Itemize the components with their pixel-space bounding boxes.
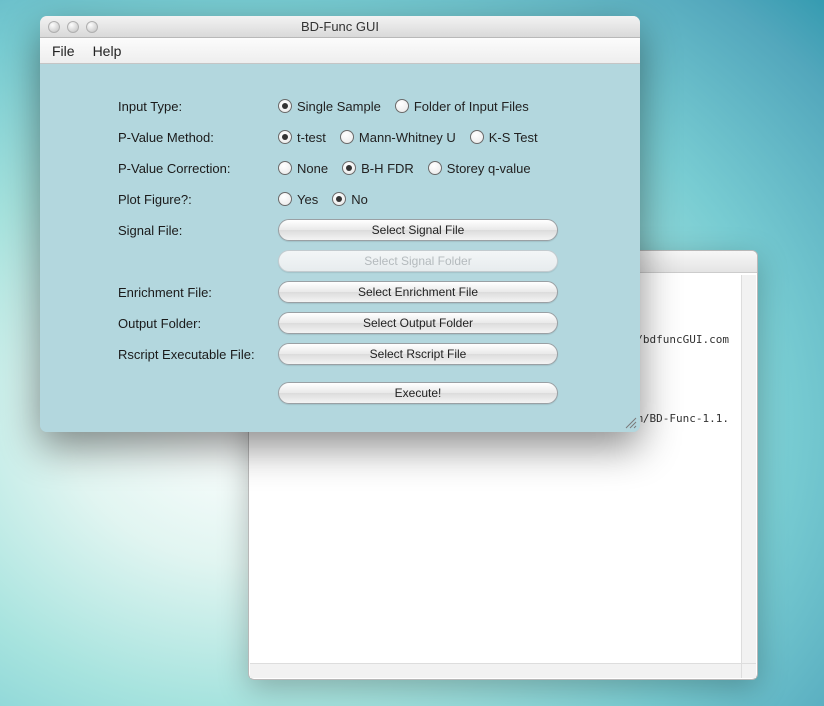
form-panel: Input Type: Single Sample Folder of Inpu… [40,64,640,432]
radio-icon [278,192,292,206]
radio-icon [278,161,292,175]
window-title: BD-Func GUI [40,19,640,34]
radio-icon [278,130,292,144]
radio-no[interactable]: No [332,192,368,207]
select-signal-file-button[interactable]: Select Signal File [278,219,558,241]
radio-none[interactable]: None [278,161,328,176]
row-pvalue-method: P-Value Method: t-test Mann-Whitney U K-… [118,125,610,149]
radio-single-sample[interactable]: Single Sample [278,99,381,114]
radio-icon [342,161,356,175]
label-plot-figure: Plot Figure?: [118,192,278,207]
row-plot-figure: Plot Figure?: Yes No [118,187,610,211]
label-rscript: Rscript Executable File: [118,347,278,362]
select-output-folder-button[interactable]: Select Output Folder [278,312,558,334]
label-output-folder: Output Folder: [118,316,278,331]
row-enrichment-file: Enrichment File: Select Enrichment File [118,280,610,304]
scrollbar-vertical[interactable] [741,275,756,663]
label-pvalue-correction: P-Value Correction: [118,161,278,176]
radio-storey-q[interactable]: Storey q-value [428,161,531,176]
radio-mann-whitney[interactable]: Mann-Whitney U [340,130,456,145]
menu-file[interactable]: File [52,43,75,59]
select-enrichment-file-button[interactable]: Select Enrichment File [278,281,558,303]
radio-icon [340,130,354,144]
radio-folder-input[interactable]: Folder of Input Files [395,99,529,114]
label-signal-file: Signal File: [118,223,278,238]
label-pvalue-method: P-Value Method: [118,130,278,145]
zoom-icon[interactable] [86,21,98,33]
scrollbar-horizontal[interactable] [250,663,741,678]
radio-icon [428,161,442,175]
select-signal-folder-button: Select Signal Folder [278,250,558,272]
radio-icon [395,99,409,113]
main-window: BD-Func GUI File Help Input Type: Single… [40,16,640,432]
row-input-type: Input Type: Single Sample Folder of Inpu… [118,94,610,118]
traffic-lights [40,21,98,33]
radio-ks-test[interactable]: K-S Test [470,130,538,145]
menubar: File Help [40,38,640,64]
radio-icon [278,99,292,113]
row-execute: Execute! [118,381,610,405]
radio-yes[interactable]: Yes [278,192,318,207]
minimize-icon[interactable] [67,21,79,33]
radio-icon [332,192,346,206]
execute-button[interactable]: Execute! [278,382,558,404]
radio-bh-fdr[interactable]: B-H FDR [342,161,414,176]
radio-icon [470,130,484,144]
radio-ttest[interactable]: t-test [278,130,326,145]
label-input-type: Input Type: [118,99,278,114]
menu-help[interactable]: Help [93,43,122,59]
resize-handle-icon[interactable] [623,415,637,429]
row-pvalue-correction: P-Value Correction: None B-H FDR Storey … [118,156,610,180]
row-signal-file: Signal File: Select Signal File [118,218,610,242]
scrollbar-corner [741,663,756,678]
row-output-folder: Output Folder: Select Output Folder [118,311,610,335]
label-enrichment-file: Enrichment File: [118,285,278,300]
titlebar[interactable]: BD-Func GUI [40,16,640,38]
close-icon[interactable] [48,21,60,33]
row-signal-folder: Select Signal Folder [118,249,610,273]
select-rscript-button[interactable]: Select Rscript File [278,343,558,365]
row-rscript: Rscript Executable File: Select Rscript … [118,342,610,366]
